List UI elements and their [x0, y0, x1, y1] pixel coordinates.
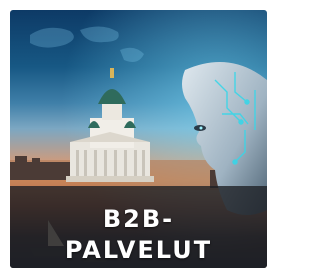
card-title-line1: B2B- [102, 205, 175, 233]
card-title-line2: PALVELUT [64, 236, 213, 264]
card-title: B2B- PALVELUT [10, 204, 267, 266]
b2b-services-card[interactable]: B2B- PALVELUT [10, 10, 267, 268]
